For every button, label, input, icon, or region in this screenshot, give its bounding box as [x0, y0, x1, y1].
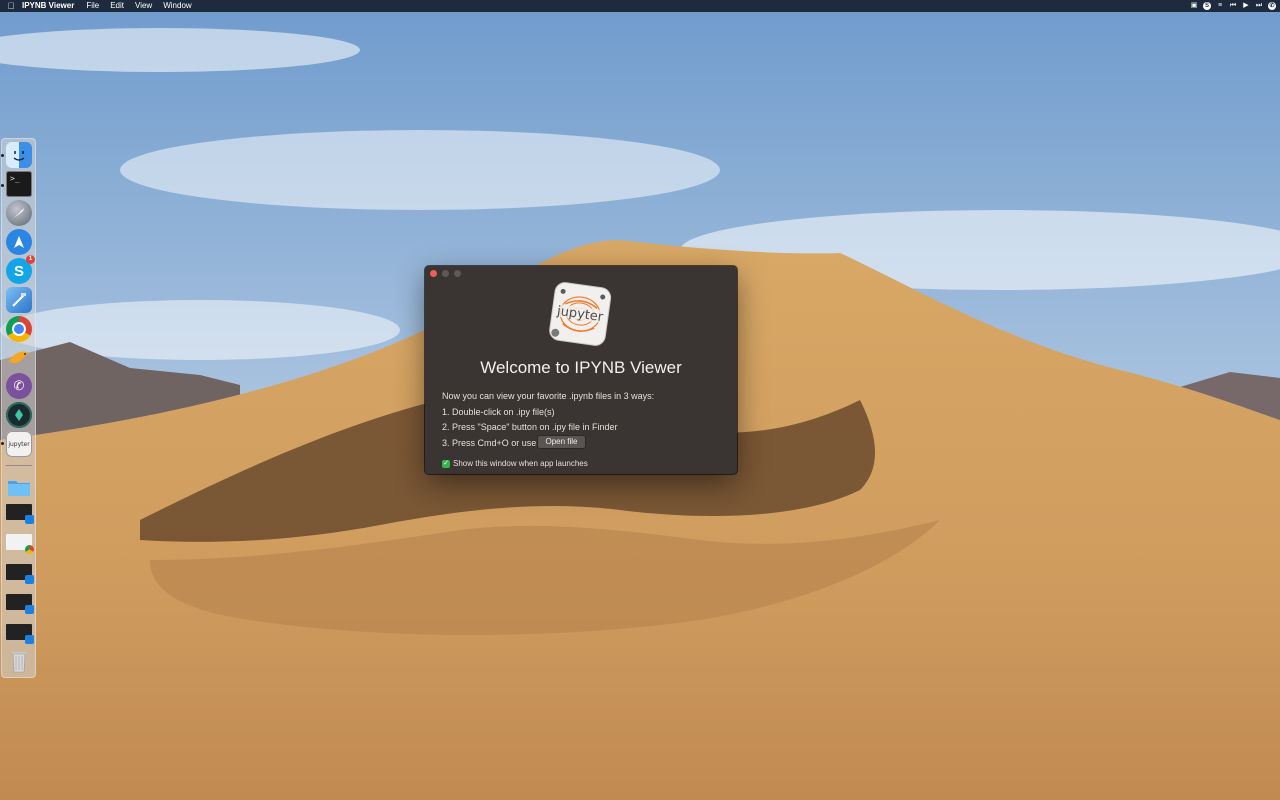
display-icon[interactable]: ▣ [1190, 2, 1198, 10]
menu-edit[interactable]: Edit [110, 0, 124, 12]
play-icon[interactable]: ▶ [1242, 2, 1250, 10]
app-menu[interactable]: IPYNB Viewer [22, 0, 74, 12]
skype-icon[interactable]: S1 [6, 255, 35, 284]
intro-text: Now you can view your favorite .ipynb fi… [442, 391, 655, 401]
apple-menu-icon[interactable]:  [0, 0, 22, 12]
finder-icon[interactable] [6, 142, 32, 168]
trash-icon[interactable] [6, 648, 32, 674]
running-indicator [1, 184, 4, 187]
list-icon[interactable]: ≡ [1216, 2, 1224, 10]
open-file-button[interactable]: Open file [538, 436, 585, 448]
window-thumbnail-icon[interactable] [6, 564, 34, 584]
running-indicator [1, 442, 4, 445]
sketchbook-icon[interactable] [6, 402, 32, 428]
notification-badge: 1 [26, 255, 35, 264]
skype-status-icon[interactable]: S [1203, 2, 1211, 10]
prev-track-icon[interactable]: ⏮ [1229, 2, 1237, 10]
menu-window[interactable]: Window [163, 0, 191, 12]
minimize-window-button[interactable] [442, 270, 449, 277]
step-two-text: 2. Press "Space" button on .ipy file in … [442, 422, 618, 432]
menu-bar:  IPYNB Viewer File Edit View Window ▣ S… [0, 0, 1280, 12]
window-thumbnail-icon[interactable] [6, 624, 34, 644]
xcode-icon[interactable] [6, 287, 32, 313]
viber-status-icon[interactable]: ✆ [1268, 2, 1276, 10]
running-indicator [1, 154, 4, 157]
chrome-window-thumbnail-icon[interactable] [6, 534, 34, 554]
downloads-folder-icon[interactable] [6, 474, 32, 500]
menu-file[interactable]: File [86, 0, 99, 12]
window-thumbnail-icon[interactable] [6, 504, 34, 524]
ipynb-viewer-icon[interactable]: jupyter [6, 431, 32, 457]
chrome-icon[interactable] [6, 316, 32, 342]
show-on-launch-label[interactable]: Show this window when app launches [453, 459, 588, 468]
viber-icon[interactable]: ✆ [6, 373, 32, 399]
dock: >_ S1 ✆ jupyter [1, 138, 36, 678]
welcome-title: Welcome to IPYNB Viewer [480, 358, 682, 377]
close-window-button[interactable] [430, 270, 437, 277]
swift-icon[interactable] [6, 344, 32, 370]
next-track-icon[interactable]: ⏭ [1255, 2, 1263, 10]
spark-icon[interactable] [6, 229, 32, 255]
step-three-text: 3. Press Cmd+O or use [442, 438, 537, 448]
launchpad-icon[interactable] [6, 200, 32, 226]
zoom-window-button[interactable] [454, 270, 461, 277]
welcome-window: jupyter Welcome to IPYNB Viewer Now you … [425, 266, 737, 474]
menu-view[interactable]: View [135, 0, 152, 12]
terminal-icon[interactable]: >_ [6, 171, 32, 197]
dock-separator [6, 465, 32, 466]
show-on-launch-row[interactable]: ✓ Show this window when app launches [442, 459, 588, 468]
step-one-text: 1. Double-click on .ipy file(s) [442, 407, 555, 417]
status-bar: ▣ S ≡ ⏮ ▶ ⏭ ✆ [1190, 0, 1276, 12]
window-thumbnail-icon[interactable] [6, 594, 34, 614]
show-on-launch-checkbox[interactable]: ✓ [442, 459, 450, 468]
jupyter-logo-icon: jupyter [546, 280, 614, 350]
